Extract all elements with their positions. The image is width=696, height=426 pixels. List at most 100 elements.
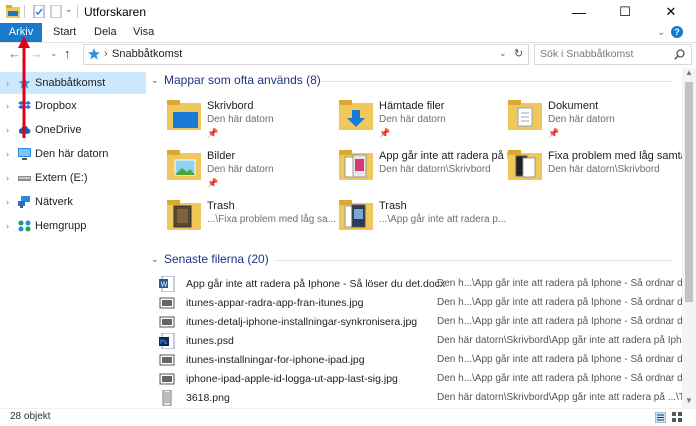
photoshop-file-icon: Ps	[159, 333, 175, 349]
folder-location: ...\App går inte att radera p...	[379, 214, 507, 225]
computer-icon	[18, 148, 31, 160]
expand-arrow-icon[interactable]: ›	[6, 101, 9, 111]
up-button[interactable]: ↑	[64, 46, 71, 61]
recent-file-row[interactable]: W App går inte att radera på Iphone - Så…	[159, 275, 682, 294]
tab-visa[interactable]: Visa	[133, 23, 154, 42]
close-button[interactable]: ✕	[648, 0, 694, 23]
group-divider	[320, 81, 672, 82]
recent-file-row[interactable]: 3618.png Den här datorn\Skrivbord\App gå…	[159, 389, 682, 408]
navigation-bar: ← → ⌄ ↑ › Snabbåtkomst ⌄ ↻ Sök i Snabbåt…	[0, 43, 696, 65]
ribbon-tabs: Arkiv Start Dela Visa ⌄ ?	[0, 23, 696, 43]
collapse-group-icon[interactable]: ⌄	[151, 75, 159, 86]
scrollbar-thumb[interactable]	[685, 82, 693, 302]
folder-with-images-icon	[167, 200, 201, 230]
sidebar-item-den-har-datorn[interactable]: › Den här datorn	[0, 143, 146, 165]
recent-locations-button[interactable]: ⌄	[50, 48, 58, 59]
separator	[24, 5, 25, 18]
maximize-button[interactable]: ☐	[602, 0, 648, 23]
expand-arrow-icon[interactable]: ›	[6, 125, 9, 135]
file-path: Den h...\App går inte att radera på Ipho…	[437, 278, 682, 289]
desktop-folder-icon	[167, 100, 201, 130]
recent-file-row[interactable]: itunes-detalj-iphone-installningar-synkr…	[159, 313, 682, 332]
new-folder-icon[interactable]	[49, 5, 63, 18]
ribbon-expand-icon[interactable]: ⌄	[657, 27, 665, 38]
help-icon[interactable]: ?	[671, 26, 683, 38]
search-input[interactable]: Sök i Snabbåtkomst	[534, 44, 692, 65]
expand-arrow-icon[interactable]: ›	[6, 149, 9, 159]
tab-start[interactable]: Start	[53, 23, 76, 42]
pin-icon[interactable]: 📌	[207, 128, 218, 139]
folder-tile-dokument[interactable]: Dokument Den här datorn 📌	[492, 96, 667, 142]
sidebar-item-label: Den här datorn	[35, 148, 109, 160]
address-separator[interactable]: ›	[104, 48, 108, 60]
vertical-scrollbar[interactable]: ▲ ▼	[682, 68, 696, 408]
address-dropdown-icon[interactable]: ⌄	[499, 48, 507, 59]
collapse-group-icon[interactable]: ⌄	[151, 254, 159, 265]
expand-arrow-icon[interactable]: ›	[6, 78, 9, 88]
sidebar-item-label: Nätverk	[35, 196, 73, 208]
folder-name: Hämtade filer	[379, 100, 445, 112]
group-header-recent[interactable]: Senaste filerna (20)	[164, 252, 269, 266]
file-path: Den h...\App går inte att radera på Ipho…	[437, 316, 682, 327]
minimize-button[interactable]: —	[556, 0, 602, 23]
tiles-view-icon[interactable]	[672, 412, 683, 423]
title-bar: ⌄ Utforskaren — ☐ ✕	[0, 0, 696, 23]
folder-with-images-icon	[339, 150, 373, 180]
documents-folder-icon	[508, 100, 542, 130]
folder-with-images-icon	[339, 200, 373, 230]
forward-button[interactable]: →	[30, 46, 43, 61]
folder-tile-app-gar-inte[interactable]: App går inte att radera på Ip... Den här…	[323, 146, 525, 192]
file-name: itunes-appar-radra-app-fran-itunes.jpg	[186, 297, 364, 309]
expand-arrow-icon[interactable]: ›	[6, 173, 9, 183]
search-placeholder: Sök i Snabbåtkomst	[540, 48, 634, 60]
pin-icon[interactable]: 📌	[379, 128, 390, 139]
file-name: 3618.png	[186, 392, 230, 404]
address-path[interactable]: Snabbåtkomst	[112, 48, 182, 60]
details-view-icon[interactable]	[655, 412, 666, 423]
content-pane: ⌄ Mappar som ofta används (8) Skrivbord …	[146, 68, 696, 408]
folder-tile-trash-1[interactable]: Trash ...\Fixa problem med låg sa...	[151, 196, 336, 242]
sidebar-item-extern[interactable]: › Extern (E:)	[0, 167, 146, 189]
tab-dela[interactable]: Dela	[94, 23, 117, 42]
phone-image-icon	[162, 390, 172, 406]
window-title: Utforskaren	[84, 5, 147, 19]
refresh-button[interactable]: ↻	[514, 47, 523, 60]
folder-tile-hamtade-filer[interactable]: Hämtade filer Den här datorn 📌	[323, 96, 498, 142]
group-header-frequent[interactable]: Mappar som ofta används (8)	[164, 73, 321, 87]
pin-icon[interactable]: 📌	[207, 178, 218, 189]
quick-access-dropdown-icon[interactable]: ⌄	[65, 4, 73, 15]
image-file-icon	[159, 316, 175, 328]
file-name: itunes-installningar-for-iphone-ipad.jpg	[186, 354, 365, 366]
search-icon[interactable]	[674, 49, 685, 60]
folder-location: Den här datorn	[548, 114, 615, 125]
recent-file-row[interactable]: itunes-appar-radra-app-fran-itunes.jpg D…	[159, 294, 682, 313]
folder-location: Den här datorn	[207, 164, 274, 175]
sidebar-item-natverk[interactable]: › Nätverk	[0, 191, 146, 213]
recent-file-row[interactable]: Ps itunes.psd Den här datorn\Skrivbord\A…	[159, 332, 682, 351]
sidebar-item-hemgrupp[interactable]: › Hemgrupp	[0, 215, 146, 237]
pin-icon[interactable]: 📌	[548, 128, 559, 139]
sidebar-item-label: Extern (E:)	[35, 172, 88, 184]
properties-icon[interactable]	[32, 5, 46, 18]
folder-location: Den här datorn\Skrivbord	[548, 164, 660, 175]
scroll-down-icon[interactable]: ▼	[685, 396, 693, 405]
file-path: Den h...\App går inte att radera på Ipho…	[437, 354, 682, 365]
folder-tile-skrivbord[interactable]: Skrivbord Den här datorn 📌	[151, 96, 326, 142]
address-bar[interactable]: › Snabbåtkomst ⌄ ↻	[83, 44, 529, 65]
file-name: iphone-ipad-apple-id-logga-ut-app-last-s…	[186, 373, 398, 385]
folder-tile-bilder[interactable]: Bilder Den här datorn 📌	[151, 146, 326, 192]
recent-file-row[interactable]: itunes-installningar-for-iphone-ipad.jpg…	[159, 351, 682, 370]
explorer-icon[interactable]	[6, 5, 20, 18]
recent-file-row[interactable]: iphone-ipad-apple-id-logga-ut-app-last-s…	[159, 370, 682, 389]
expand-arrow-icon[interactable]: ›	[6, 197, 9, 207]
folder-tile-fixa-problem[interactable]: Fixa problem med låg samtal... Den här d…	[492, 146, 696, 192]
folder-tile-trash-2[interactable]: Trash ...\App går inte att radera p...	[323, 196, 506, 242]
word-document-icon: W	[159, 276, 175, 292]
homegroup-icon	[18, 220, 31, 232]
expand-arrow-icon[interactable]: ›	[6, 221, 9, 231]
folder-location: Den här datorn	[379, 114, 446, 125]
scroll-up-icon[interactable]: ▲	[685, 68, 693, 77]
folder-location: ...\Fixa problem med låg sa...	[207, 214, 336, 225]
file-path: Den här datorn\Skrivbord\App går inte at…	[437, 392, 682, 403]
file-path: Den h...\App går inte att radera på Ipho…	[437, 297, 682, 308]
